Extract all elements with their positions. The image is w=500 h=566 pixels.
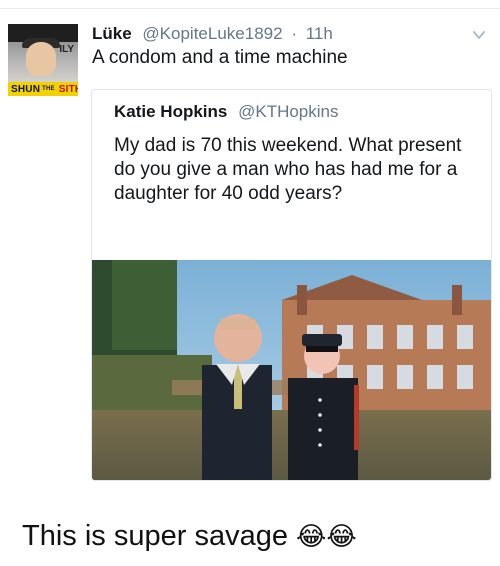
tweet-header: Lüke @KopiteLuke1892 · 11h <box>92 24 333 44</box>
avatar-mark: ILY <box>59 44 74 55</box>
top-divider <box>0 8 500 9</box>
caption: This is super savage 😂😂 <box>22 519 357 554</box>
quoted-tweet-photo[interactable] <box>92 260 491 480</box>
quoted-tweet[interactable]: Katie Hopkins @KTHopkins My dad is 70 th… <box>91 89 492 481</box>
avatar[interactable]: ILY SHUN THE SITH <box>8 24 78 96</box>
avatar-badge-text: SHUN <box>11 83 41 95</box>
quoted-author-name[interactable]: Katie Hopkins <box>114 102 227 121</box>
caption-emoji: 😂😂 <box>296 522 357 552</box>
author-handle[interactable]: @KopiteLuke1892 <box>142 24 282 43</box>
tweet-text: A condom and a time machine <box>92 47 348 68</box>
caption-text: This is super savage <box>22 520 288 552</box>
header-separator: · <box>291 24 297 43</box>
quoted-tweet-header: Katie Hopkins @KTHopkins <box>114 102 339 122</box>
avatar-badge-small: THE <box>42 86 55 92</box>
photo-illustration <box>92 260 491 480</box>
avatar-badge-end: SITH <box>58 83 78 95</box>
quoted-author-handle[interactable]: @KTHopkins <box>238 102 338 121</box>
avatar-face <box>26 42 56 76</box>
tweet-timestamp[interactable]: 11h <box>306 24 333 43</box>
chevron-down-icon[interactable] <box>472 28 486 42</box>
avatar-badge: SHUN THE SITH <box>8 82 78 96</box>
quoted-tweet-text: My dad is 70 this weekend. What present … <box>114 135 462 204</box>
author-name[interactable]: Lüke <box>92 24 132 43</box>
